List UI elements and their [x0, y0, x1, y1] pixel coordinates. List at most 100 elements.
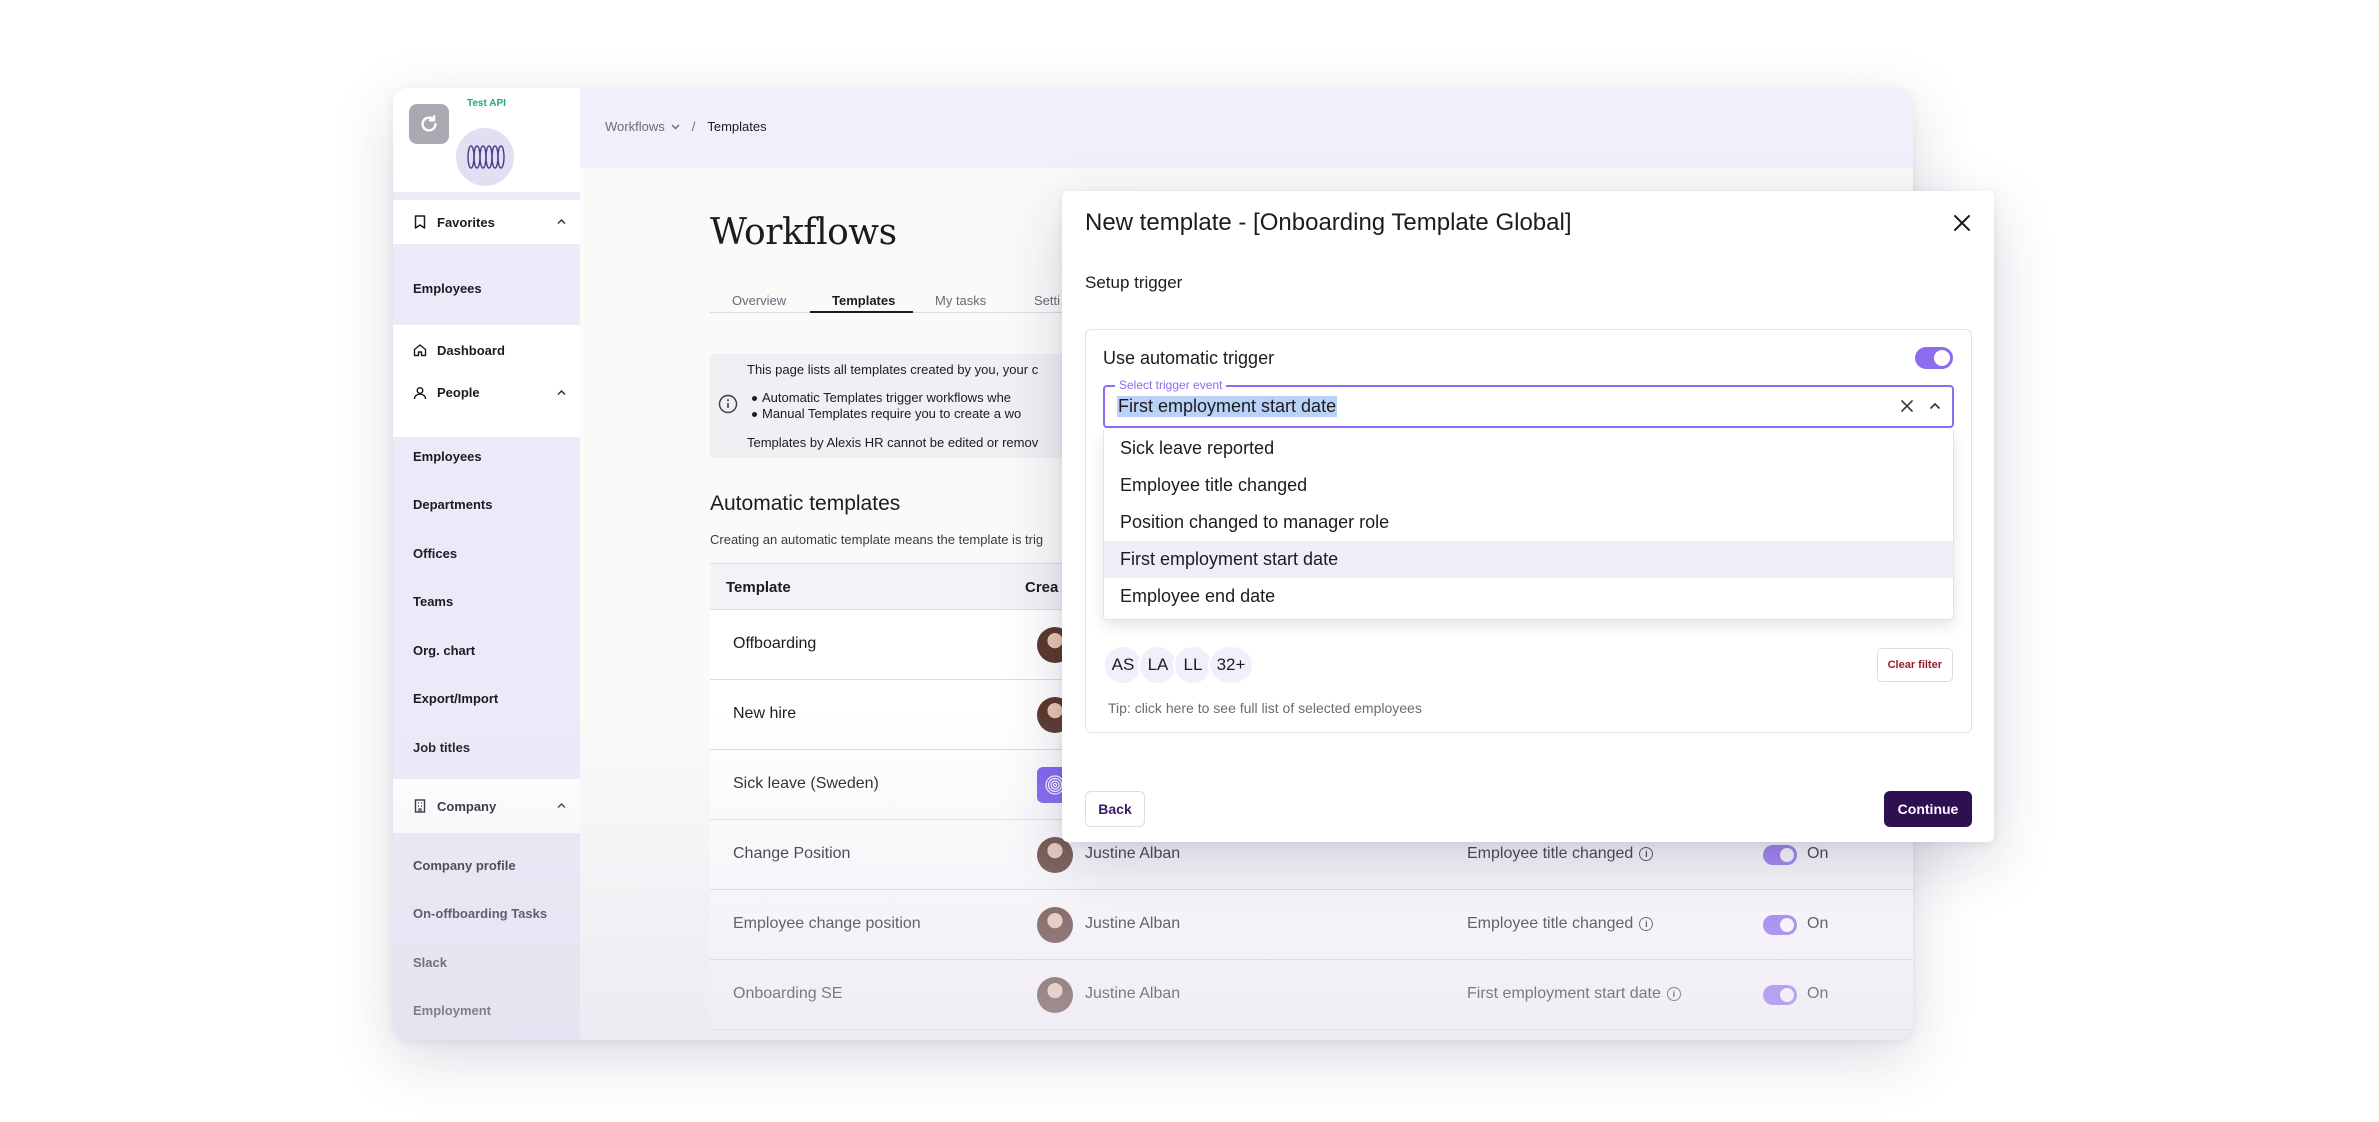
- top-bar: Workflows / Templates: [580, 88, 1913, 168]
- page-title: Workflows: [710, 212, 897, 253]
- trigger-name: First employment start date: [1467, 985, 1661, 1002]
- sidebar-item-departments[interactable]: Departments: [413, 497, 492, 512]
- back-button[interactable]: Back: [1085, 791, 1145, 827]
- sidebar-item-company-profile[interactable]: Company profile: [413, 858, 516, 873]
- trigger-name: Employee title changed: [1467, 915, 1634, 932]
- sidebar-item-org-chart[interactable]: Org. chart: [413, 643, 475, 658]
- info-bullet-manual: Manual Templates require you to create a…: [751, 406, 1022, 421]
- option-employee-title-changed[interactable]: Employee title changed: [1104, 467, 1953, 504]
- selected-employees-chips[interactable]: AS LA LL 32+: [1103, 645, 1254, 685]
- template-name: Employee change position: [733, 915, 921, 932]
- chevron-up-icon: [557, 217, 566, 228]
- sidebar-item-favorite-employees[interactable]: Employees: [413, 281, 482, 296]
- table-row[interactable]: Onboarding SE Justine Alban First employ…: [710, 960, 1913, 1030]
- info-icon[interactable]: i: [1666, 987, 1681, 1001]
- chevron-down-icon[interactable]: [671, 124, 680, 130]
- tab-settings[interactable]: Setti: [1034, 293, 1060, 308]
- automatic-templates-description: Creating an automatic template means the…: [710, 532, 1044, 547]
- breadcrumb-workflows[interactable]: Workflows: [605, 119, 665, 134]
- trigger-event-select[interactable]: Select trigger event First employment st…: [1103, 378, 1954, 428]
- clear-filter-button[interactable]: Clear filter: [1876, 648, 1953, 682]
- environment-label: Test API: [467, 98, 506, 109]
- status-label: On: [1807, 985, 1829, 1002]
- info-text: This page lists all templates created by…: [747, 362, 1039, 377]
- sidebar-item-dashboard[interactable]: Dashboard: [437, 343, 505, 358]
- info-icon[interactable]: i: [1639, 847, 1654, 861]
- option-sick-leave-reported[interactable]: Sick leave reported: [1104, 430, 1953, 467]
- column-header-creator[interactable]: Crea: [1025, 579, 1058, 596]
- modal-title: New template - [Onboarding Template Glob…: [1085, 209, 1572, 236]
- auto-trigger-toggle[interactable]: [1915, 347, 1953, 369]
- template-name: Onboarding SE: [733, 985, 843, 1002]
- sidebar-group-people[interactable]: People: [393, 370, 580, 415]
- select-value[interactable]: First employment start date: [1117, 396, 1338, 417]
- employee-count-chip: 32+: [1208, 645, 1254, 685]
- sidebar-group-label: People: [437, 385, 480, 400]
- app-logo-icon[interactable]: [409, 104, 449, 144]
- employee-chip: LL: [1173, 645, 1213, 685]
- new-template-modal: New template - [Onboarding Template Glob…: [1062, 191, 1994, 842]
- template-status-toggle[interactable]: [1763, 985, 1797, 1005]
- sidebar-item-employees[interactable]: Employees: [413, 449, 482, 464]
- creator-name: Justine Alban: [1085, 915, 1181, 932]
- sidebar-item-on-offboarding-tasks[interactable]: On-offboarding Tasks: [413, 906, 547, 921]
- info-bullet-automatic: Automatic Templates trigger workflows wh…: [751, 390, 1012, 405]
- select-label: Select trigger event: [1115, 378, 1227, 392]
- creator-avatar: [1037, 977, 1073, 1013]
- breadcrumb-separator: /: [691, 119, 696, 134]
- trigger-card: Use automatic trigger Select trigger eve…: [1085, 329, 1972, 733]
- status-label: On: [1807, 845, 1829, 862]
- trigger-name: Employee title changed: [1467, 845, 1634, 862]
- info-icon: [718, 394, 738, 414]
- creator-avatar: [1037, 907, 1073, 943]
- column-header-template[interactable]: Template: [726, 579, 791, 596]
- employee-list-tip[interactable]: Tip: click here to see full list of sele…: [1108, 700, 1422, 716]
- tab-overview[interactable]: Overview: [732, 293, 786, 308]
- info-text-alexis: Templates by Alexis HR cannot be edited …: [747, 435, 1039, 450]
- chevron-up-icon[interactable]: [1926, 397, 1944, 415]
- creator-name: Justine Alban: [1085, 845, 1181, 862]
- employee-chip: AS: [1103, 645, 1143, 685]
- trigger-cell: First employment start date i: [1467, 985, 1681, 1003]
- sidebar-item-teams[interactable]: Teams: [413, 594, 453, 609]
- auto-trigger-label: Use automatic trigger: [1103, 348, 1275, 368]
- table-row[interactable]: Employee change position Justine Alban E…: [710, 890, 1913, 960]
- sidebar-item-export-import[interactable]: Export/Import: [413, 691, 498, 706]
- template-name: Change Position: [733, 845, 851, 862]
- info-icon[interactable]: i: [1639, 917, 1654, 931]
- active-tab-indicator: [810, 311, 913, 313]
- trigger-options-dropdown: Sick leave reported Employee title chang…: [1103, 430, 1954, 620]
- template-status-toggle[interactable]: [1763, 845, 1797, 865]
- person-icon: [413, 386, 427, 400]
- close-icon[interactable]: [1950, 211, 1974, 235]
- option-first-employment-start-date[interactable]: First employment start date: [1104, 541, 1953, 578]
- tab-my-tasks[interactable]: My tasks: [935, 293, 986, 308]
- template-status-toggle[interactable]: [1763, 915, 1797, 935]
- organization-avatar[interactable]: [456, 128, 514, 186]
- breadcrumb-current: Templates: [707, 119, 767, 134]
- sidebar-item-slack[interactable]: Slack: [413, 955, 447, 970]
- sidebar-group-label: Favorites: [437, 214, 495, 230]
- creator-avatar: [1037, 837, 1073, 873]
- option-employee-end-date[interactable]: Employee end date: [1104, 578, 1953, 615]
- building-icon: [413, 799, 427, 813]
- sidebar-group-label: Company: [437, 798, 497, 814]
- tab-templates[interactable]: Templates: [832, 293, 895, 308]
- continue-button[interactable]: Continue: [1884, 791, 1972, 827]
- creator-name: Justine Alban: [1085, 985, 1181, 1002]
- template-name: Sick leave (Sweden): [733, 775, 879, 792]
- sidebar-item-job-titles[interactable]: Job titles: [413, 740, 470, 755]
- sidebar-item-offices[interactable]: Offices: [413, 546, 457, 561]
- sidebar-item-employment[interactable]: Employment: [413, 1003, 491, 1018]
- breadcrumb: Workflows / Templates: [605, 119, 767, 134]
- option-position-changed-manager[interactable]: Position changed to manager role: [1104, 504, 1953, 541]
- trigger-cell: Employee title changed i: [1467, 915, 1654, 933]
- status-label: On: [1807, 915, 1829, 932]
- sidebar-group-company[interactable]: Company: [393, 779, 580, 833]
- automatic-templates-heading: Automatic templates: [710, 492, 901, 515]
- chevron-up-icon: [557, 387, 566, 398]
- chevron-up-icon: [557, 801, 566, 812]
- sidebar-group-favorites[interactable]: Favorites: [393, 200, 580, 244]
- clear-icon[interactable]: [1898, 397, 1916, 415]
- sidebar-header: Test API: [393, 88, 580, 192]
